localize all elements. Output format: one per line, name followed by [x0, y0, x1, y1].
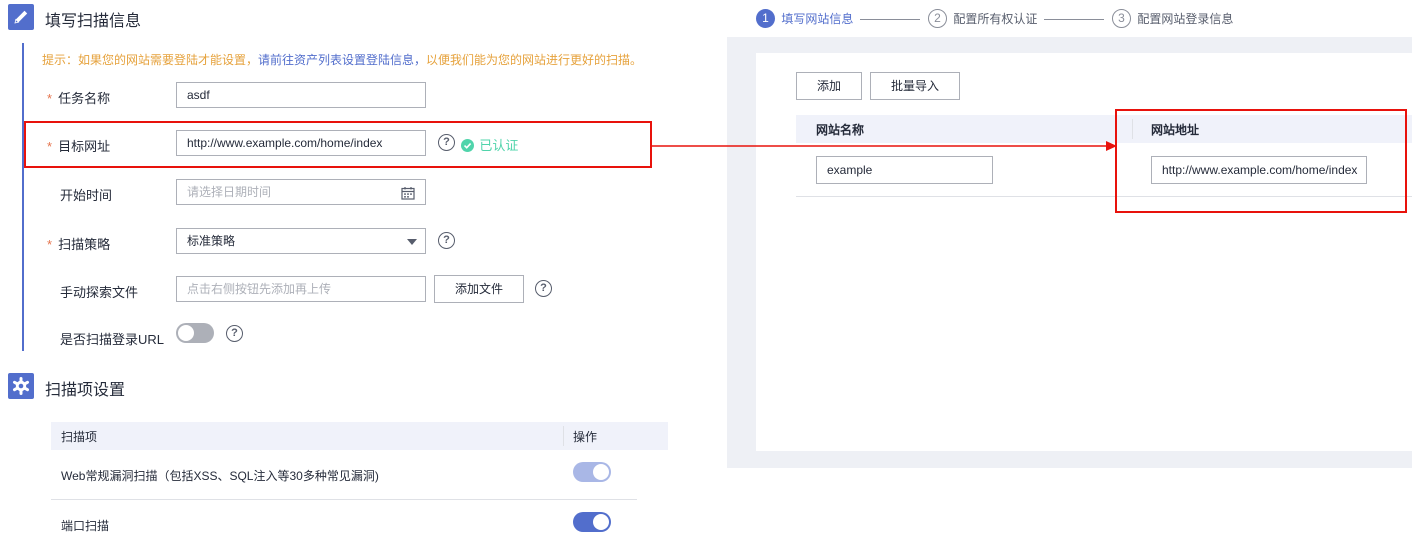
required-mark: *	[47, 237, 53, 252]
add-file-button[interactable]: 添加文件	[434, 275, 524, 303]
action-column-header: 操作	[573, 430, 598, 444]
site-name-input[interactable]: example	[816, 156, 993, 184]
calendar-icon[interactable]	[401, 186, 415, 200]
toggle-knob	[593, 464, 609, 480]
login-hint: 提示：如果您的网站需要登陆才能设置，请前往资产列表设置登陆信息，以便我们能为您的…	[42, 53, 643, 67]
web-vuln-toggle	[573, 462, 611, 482]
help-icon[interactable]: ?	[535, 280, 552, 297]
scan-policy-label: * 扫描策略	[47, 237, 111, 252]
step-3-label: 配置网站登录信息	[1137, 12, 1234, 26]
step-2-label: 配置所有权认证	[953, 12, 1038, 26]
gear-icon	[8, 373, 34, 399]
scan-login-url-label: 是否扫描登录URL	[60, 332, 165, 347]
task-name-label: * 任务名称	[47, 91, 111, 106]
manual-files-input[interactable]: 点击右侧按钮先添加再上传	[176, 276, 426, 302]
wizard-step-3: 3 配置网站登录信息	[1112, 9, 1233, 28]
scan-item-web-vuln: Web常规漏洞扫描（包括XSS、SQL注入等30多种常见漏洞)	[61, 469, 379, 483]
step-2-number: 2	[928, 9, 947, 28]
step-connector	[860, 19, 920, 20]
step-connector	[1044, 19, 1104, 20]
scan-items-section-title: 扫描项设置	[45, 382, 126, 399]
toggle-knob	[178, 325, 194, 341]
scan-policy-select[interactable]: 标准策略	[176, 228, 426, 254]
site-name-column-header: 网站名称	[816, 123, 865, 137]
manual-files-label: 手动探索文件	[60, 285, 139, 300]
caret-down-icon	[407, 239, 417, 245]
annotation-arrow	[651, 141, 1117, 151]
task-name-input[interactable]: asdf	[176, 82, 426, 108]
required-mark: *	[47, 91, 53, 106]
step-1-label: 填写网站信息	[781, 12, 854, 26]
form-section-title: 填写扫描信息	[45, 13, 142, 30]
scan-login-url-toggle[interactable]	[176, 323, 214, 343]
asset-list-link[interactable]: 请前往资产列表设置登陆信息，	[258, 53, 426, 67]
column-divider	[563, 426, 564, 446]
scan-item-port-scan: 端口扫描	[61, 519, 110, 533]
pencil-icon	[8, 4, 34, 30]
start-time-label: 开始时间	[60, 188, 113, 203]
step-3-number: 3	[1112, 9, 1131, 28]
start-time-input[interactable]: 请选择日期时间	[176, 179, 426, 205]
section-accent-line	[22, 43, 24, 351]
add-button[interactable]: 添加	[796, 72, 862, 100]
target-url-highlight	[24, 121, 652, 168]
batch-import-button[interactable]: 批量导入	[870, 72, 960, 100]
step-1-number: 1	[756, 9, 775, 28]
row-divider	[51, 499, 637, 500]
port-scan-toggle[interactable]	[573, 512, 611, 532]
site-url-highlight	[1115, 109, 1407, 213]
wizard-step-1: 1 填写网站信息	[756, 9, 853, 28]
wizard-step-2: 2 配置所有权认证	[928, 9, 1037, 28]
toggle-knob	[593, 514, 609, 530]
scan-item-column-header: 扫描项	[61, 430, 98, 444]
help-icon[interactable]: ?	[438, 232, 455, 249]
help-icon[interactable]: ?	[226, 325, 243, 342]
